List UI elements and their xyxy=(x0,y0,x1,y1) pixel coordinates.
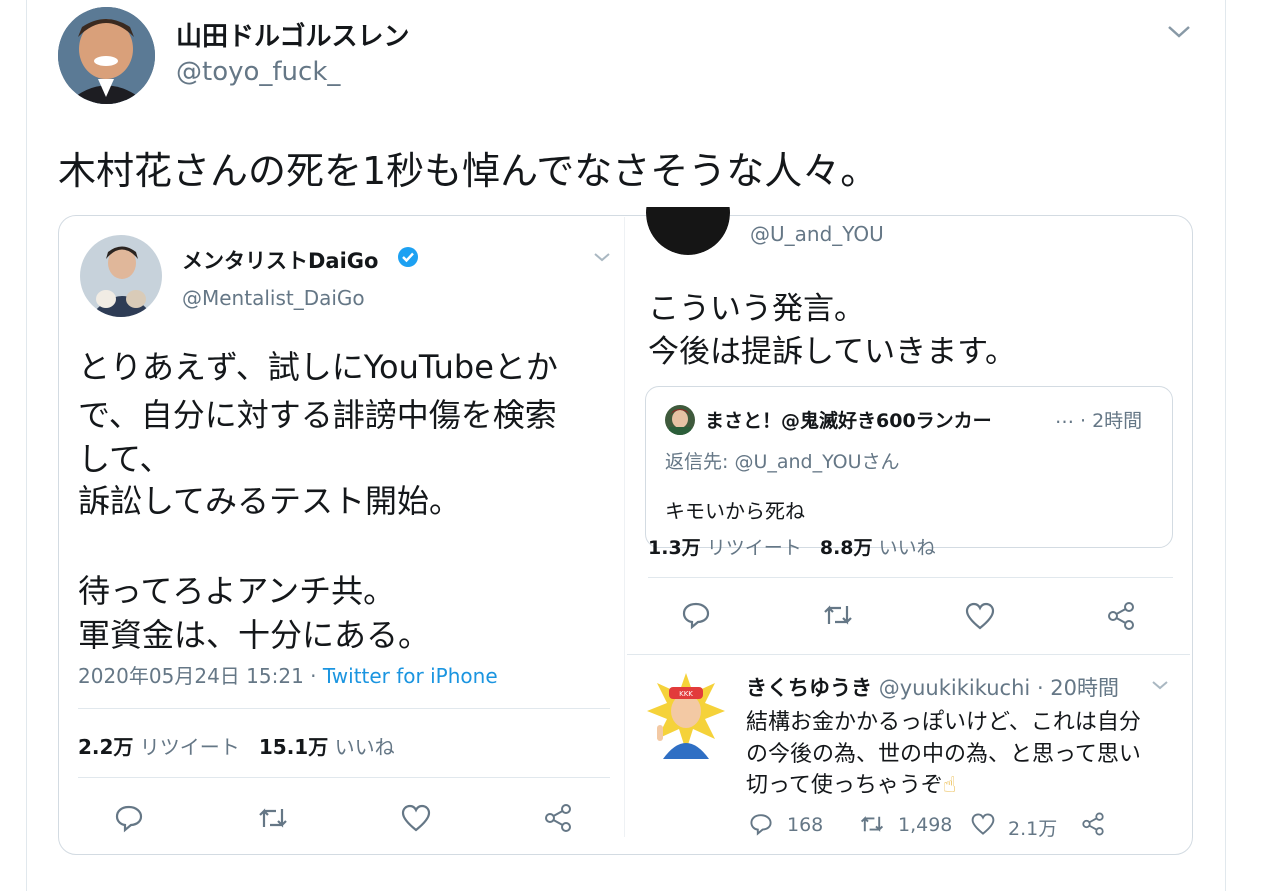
left-stats: 2.2万 リツイート 15.1万 いいね xyxy=(78,731,395,760)
daigo-tweet-line: して、 xyxy=(78,440,172,478)
daigo-handle: @Mentalist_DaiGo xyxy=(182,286,365,310)
daigo-tweet-line: とりあえず、試しにYouTubeとか xyxy=(78,348,558,386)
share-icon xyxy=(542,802,574,834)
divider xyxy=(78,708,610,709)
retweet-label: リツイート xyxy=(706,537,802,559)
quoted-ellipsis: … xyxy=(1055,406,1074,428)
heart-icon xyxy=(400,803,432,833)
like-count: 8.8万 xyxy=(819,537,873,559)
right-stats: 1.3万 リツイート 8.8万 いいね xyxy=(648,533,936,560)
u-and-you-handle: @U_and_YOU xyxy=(750,222,884,246)
daigo-avatar xyxy=(80,235,162,317)
reply-count: 168 xyxy=(787,814,824,836)
quoted-name: まさと！@鬼滅好き600ランカー xyxy=(705,410,992,432)
pointing-up-emoji: ☝ xyxy=(942,773,957,798)
share-icon xyxy=(1080,811,1106,837)
like-count: 15.1万 xyxy=(258,735,329,759)
daigo-tweet-line: で、自分に対する誹謗中傷を検索 xyxy=(78,396,557,434)
daigo-display-name: メンタリストDaiGo xyxy=(182,249,379,273)
retweet-icon xyxy=(821,600,855,630)
u-and-you-line: 今後は提訴していきます。 xyxy=(648,334,1016,370)
svg-text:KKK: KKK xyxy=(679,690,693,698)
chevron-down-icon[interactable] xyxy=(1166,20,1192,42)
divider xyxy=(627,654,1190,655)
reply-icon xyxy=(681,600,711,630)
kikuchi-line: の今後の為、世の中の為、と思って思い xyxy=(746,742,1141,767)
panel-divider xyxy=(624,217,625,837)
share-icon xyxy=(1105,600,1137,632)
retweet-icon xyxy=(256,803,290,833)
kikuchi-last-line: 切って使っちゃうぞ☝ xyxy=(746,767,956,799)
retweet-label: リツイート xyxy=(139,735,240,759)
meta-separator: · xyxy=(303,664,323,688)
divider xyxy=(648,577,1173,578)
verified-badge-icon xyxy=(397,246,419,268)
retweet-count: 1.3万 xyxy=(648,537,701,559)
kikuchi-avatar: KKK xyxy=(647,671,725,759)
heart-icon xyxy=(964,601,996,631)
author-display-name[interactable]: 山田ドルゴルスレン xyxy=(176,16,409,53)
kikuchi-time: · 20時間 xyxy=(1036,676,1120,700)
heart-icon xyxy=(970,812,996,836)
quoted-avatar xyxy=(665,405,695,435)
reply-retweet-count: 1,498 xyxy=(898,814,953,836)
tweet-meta: 2020年05月24日 15:21 · Twitter for iPhone xyxy=(78,660,498,689)
author-avatar[interactable] xyxy=(58,7,155,104)
kikuchi-line: 結構お金かかるっぽいけど、これは自分 xyxy=(746,710,1141,735)
reply-icon xyxy=(749,812,773,836)
daigo-tweet-line: 訴訟してみるテスト開始。 xyxy=(78,482,462,520)
quoted-text: キモいから死ね xyxy=(665,499,805,523)
kikuchi-handle: @yuukikikuchi xyxy=(878,676,1031,700)
reply-like-count: 2.1万 xyxy=(1008,818,1058,840)
u-and-you-line: こういう発言。 xyxy=(648,291,865,327)
daigo-tweet-line: 待ってろよアンチ共。 xyxy=(78,572,396,610)
chevron-down-icon xyxy=(1150,677,1170,693)
like-label: いいね xyxy=(878,537,936,559)
author-handle[interactable]: @toyo_fuck_ xyxy=(176,57,340,87)
divider xyxy=(78,777,610,778)
chevron-down-icon xyxy=(592,249,612,265)
quoted-time: · 2時間 xyxy=(1080,410,1143,432)
kikuchi-header: きくちゆうき @yuukikikuchi · 20時間 xyxy=(746,672,1119,702)
retweet-icon xyxy=(858,812,886,836)
reply-icon xyxy=(114,803,144,833)
kikuchi-display-name: きくちゆうき xyxy=(746,676,872,700)
retweet-count: 2.2万 xyxy=(78,735,134,759)
tweet-text: 木村花さんの死を1秒も悼んでなさそうな人々。 xyxy=(58,149,879,193)
tweet-client: Twitter for iPhone xyxy=(322,664,498,688)
like-label: いいね xyxy=(334,735,395,759)
daigo-tweet-line: 軍資金は、十分にある。 xyxy=(78,616,431,654)
tweet-date: 2020年05月24日 15:21 xyxy=(78,664,304,688)
kikuchi-line: 切って使っちゃうぞ xyxy=(746,773,943,798)
quoted-reply-to: 返信先: @U_and_YOUさん xyxy=(665,451,900,473)
